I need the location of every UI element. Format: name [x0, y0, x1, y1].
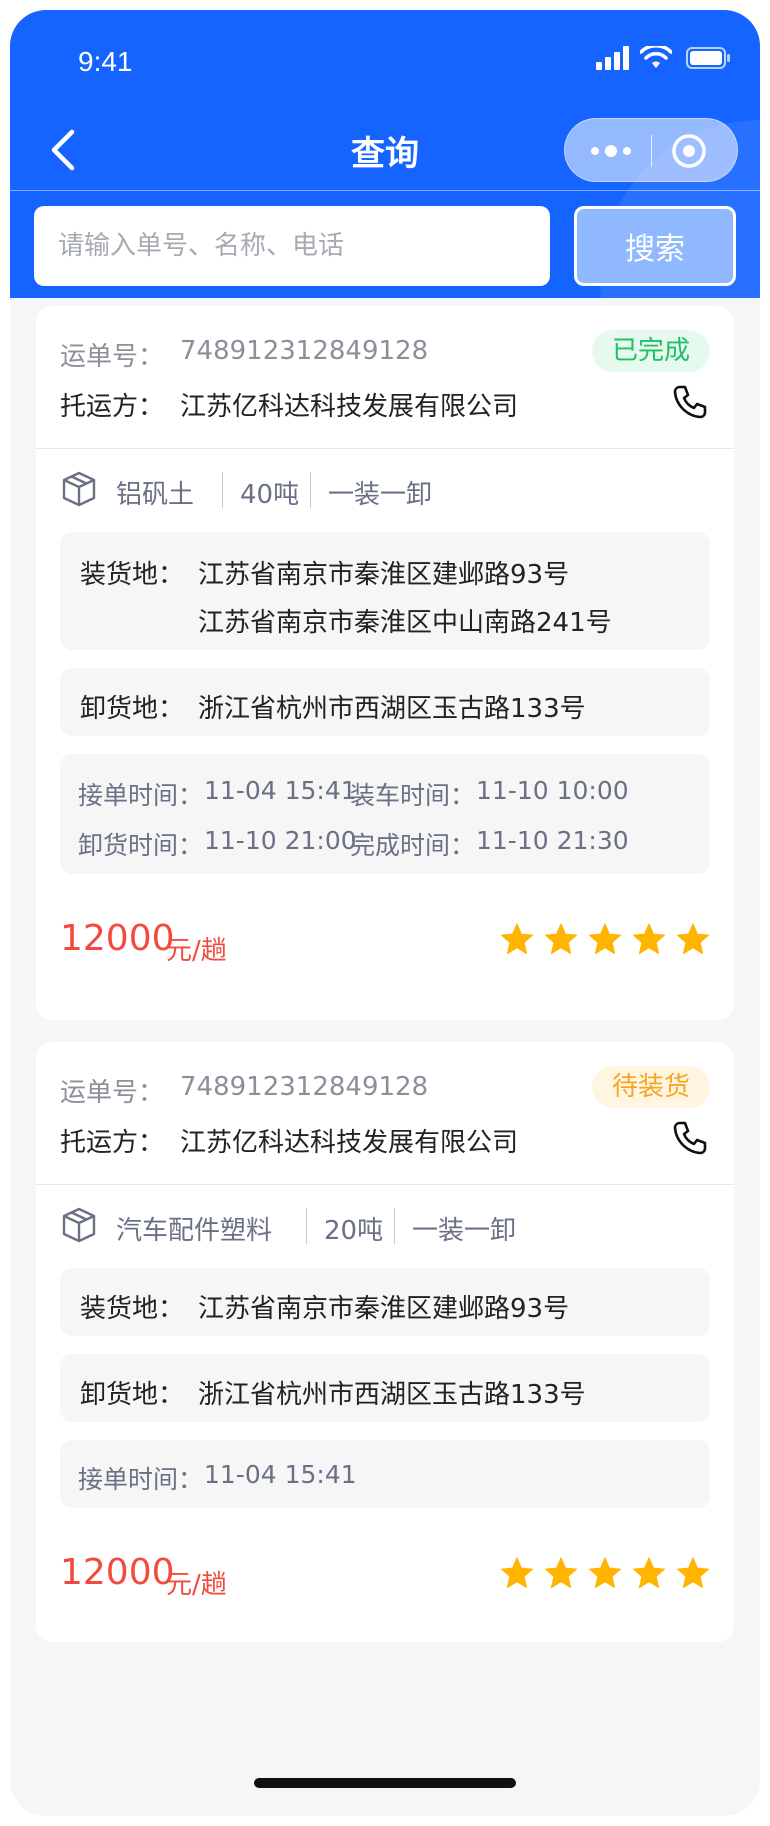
load-place-value: 江苏省南京市秦淮区中山南路241号: [198, 608, 612, 638]
load-place-value: 江苏省南京市秦淮区建邺路93号: [198, 1294, 570, 1324]
unload-place-value: 浙江省杭州市西湖区玉古路133号: [198, 694, 586, 724]
waybill-row: 运单号： 748912312849128 待装货: [60, 1066, 710, 1110]
phone-call-icon[interactable]: [670, 1118, 710, 1158]
star-icon: [632, 923, 666, 955]
shipper-name: 江苏亿科达科技发展有限公司: [180, 392, 519, 422]
time-label: 接单时间：: [78, 781, 204, 810]
status-bar: 9:41: [10, 10, 760, 106]
load-place-box: 装货地： 江苏省南京市秦淮区建邺路93号: [60, 1268, 710, 1336]
shipper-label: 托运方：: [60, 1128, 165, 1158]
price-unit: 元/趟: [166, 1570, 227, 1600]
more-icon[interactable]: [583, 135, 639, 167]
star-icon: [544, 1557, 578, 1589]
price-row: 12000 元/趟: [60, 918, 710, 970]
waybill-number: 748912312849128: [180, 1072, 429, 1102]
rating-stars: [500, 1556, 710, 1594]
rating-stars: [500, 922, 710, 960]
unload-place-label: 卸货地：: [80, 1380, 185, 1410]
separator: [222, 472, 223, 508]
separator: [306, 1208, 307, 1244]
cargo-row: 铝矾土 40吨 一装一卸: [60, 468, 710, 512]
status-badge: 待装货: [591, 1066, 710, 1108]
time-value: 11-10 21:30: [476, 826, 629, 855]
time-value: 11-10 21:00: [204, 826, 357, 855]
waybill-row: 运单号： 748912312849128 已完成: [60, 330, 710, 374]
star-icon: [676, 1557, 710, 1589]
phone-call-icon[interactable]: [670, 382, 710, 422]
search-input[interactable]: [34, 206, 550, 286]
cargo-name: 汽车配件塑料: [116, 1216, 273, 1246]
shipper-name: 江苏亿科达科技发展有限公司: [180, 1128, 519, 1158]
shipper-row: 托运方： 江苏亿科达科技发展有限公司: [60, 1118, 710, 1158]
cargo-row: 汽车配件塑料 20吨 一装一卸: [60, 1204, 710, 1248]
phone-screen: 9:41 查询 请输入单号、名称、电话 搜索 运单号： 748912312849…: [10, 10, 760, 1816]
star-icon: [676, 923, 710, 955]
shipper-row: 托运方： 江苏亿科达科技发展有限公司: [60, 382, 710, 422]
search-bar: 搜索: [34, 206, 736, 286]
load-place-label: 装货地：: [80, 560, 185, 590]
cargo-mode: 一装一卸: [328, 480, 433, 510]
unload-place-box: 卸货地： 浙江省杭州市西湖区玉古路133号: [60, 1354, 710, 1422]
search-button[interactable]: 搜索: [574, 206, 736, 286]
time-value: 11-10 10:00: [476, 776, 629, 805]
cargo-weight: 40吨: [240, 480, 300, 510]
close-target-icon[interactable]: [669, 133, 709, 169]
time-label: 接单时间：: [78, 1465, 204, 1494]
waybill-label: 运单号：: [60, 1078, 165, 1108]
card-divider: [36, 448, 734, 449]
nav-bar: 查询: [10, 106, 760, 194]
price-unit: 元/趟: [166, 936, 227, 966]
time-label: 装车时间：: [350, 781, 476, 810]
unload-place-box: 卸货地： 浙江省杭州市西湖区玉古路133号: [60, 668, 710, 736]
load-place-value: 江苏省南京市秦淮区建邺路93号: [198, 560, 570, 590]
home-indicator: [254, 1778, 516, 1788]
header: 9:41 查询 请输入单号、名称、电话 搜索: [10, 10, 760, 298]
separator: [310, 472, 311, 508]
unload-place-label: 卸货地：: [80, 694, 185, 724]
load-place-label: 装货地：: [80, 1294, 185, 1324]
price-amount: 12000: [60, 918, 175, 959]
shipper-label: 托运方：: [60, 392, 165, 422]
time-value: 11-04 15:41: [204, 776, 357, 805]
battery-icon: [686, 47, 730, 69]
package-icon: [62, 471, 96, 507]
star-icon: [500, 1557, 534, 1589]
star-icon: [588, 923, 622, 955]
load-place-box: 装货地： 江苏省南京市秦淮区建邺路93号 江苏省南京市秦淮区中山南路241号: [60, 532, 710, 650]
star-icon: [544, 923, 578, 955]
time-box: 接单时间： 11-04 15:41: [60, 1440, 710, 1508]
waybill-number: 748912312849128: [180, 336, 429, 366]
star-icon: [588, 1557, 622, 1589]
status-time: 9:41: [78, 46, 133, 77]
capsule-divider: [651, 135, 652, 167]
cargo-mode: 一装一卸: [412, 1216, 517, 1246]
time-box: 接单时间： 11-04 15:41 装车时间： 11-10 10:00 卸货时间…: [60, 754, 710, 874]
order-card[interactable]: 运单号： 748912312849128 待装货 托运方： 江苏亿科达科技发展有…: [36, 1042, 734, 1642]
card-divider: [36, 1184, 734, 1185]
separator: [394, 1208, 395, 1244]
header-divider: [10, 190, 760, 191]
waybill-label: 运单号：: [60, 342, 165, 372]
price-row: 12000 元/趟: [60, 1552, 710, 1604]
order-card[interactable]: 运单号： 748912312849128 已完成 托运方： 江苏亿科达科技发展有…: [36, 306, 734, 1020]
cargo-name: 铝矾土: [116, 480, 195, 510]
star-icon: [632, 1557, 666, 1589]
cargo-weight: 20吨: [324, 1216, 384, 1246]
status-badge: 已完成: [591, 330, 710, 372]
time-value: 11-04 15:41: [204, 1460, 357, 1489]
unload-place-value: 浙江省杭州市西湖区玉古路133号: [198, 1380, 586, 1410]
miniprogram-capsule: [564, 118, 738, 182]
package-icon: [62, 1207, 96, 1243]
signal-icon: [596, 46, 629, 70]
star-icon: [500, 923, 534, 955]
price-amount: 12000: [60, 1552, 175, 1593]
time-label: 卸货时间：: [78, 831, 204, 860]
time-label: 完成时间：: [350, 831, 476, 860]
wifi-icon: [640, 46, 672, 68]
